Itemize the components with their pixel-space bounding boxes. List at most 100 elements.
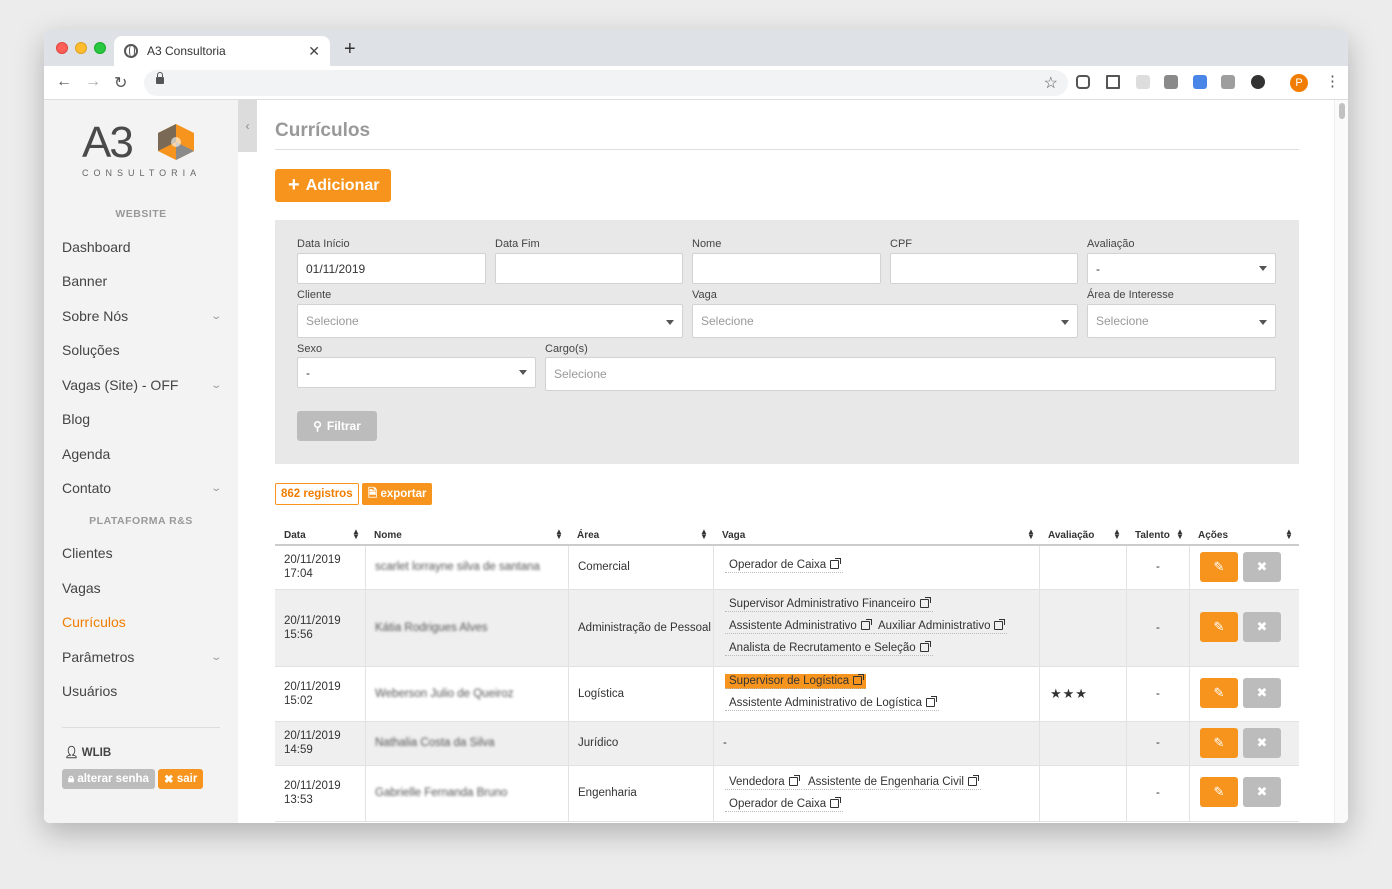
sidebar-item-vagas[interactable]: Vagas xyxy=(62,578,220,598)
screenshot-icon[interactable] xyxy=(1106,75,1120,89)
sort-icon[interactable]: ▲ ▼ xyxy=(1027,528,1035,541)
extension-dark-icon[interactable] xyxy=(1251,75,1265,89)
sort-icon[interactable]: ▲ ▼ xyxy=(700,528,708,541)
table-row[interactable]: 20/11/2019 15:02 Weberson Julio de Queir… xyxy=(275,667,1299,722)
address-bar[interactable]: ☆ xyxy=(144,70,1068,96)
sidebar-item-usuarios[interactable]: Usuários xyxy=(62,681,220,701)
col-nome[interactable]: Nome xyxy=(374,530,402,541)
cargos-input[interactable]: Selecione xyxy=(545,357,1276,391)
row-name[interactable]: Kátia Rodrigues Alves xyxy=(375,622,488,634)
profile-avatar[interactable]: P xyxy=(1290,74,1308,92)
vaga-link[interactable]: Supervisor Administrativo Financeiro xyxy=(725,597,933,612)
sidebar-item-agenda[interactable]: Agenda xyxy=(62,444,220,464)
vaga-link[interactable]: Operador de Caixa xyxy=(725,797,844,812)
pocket-icon[interactable] xyxy=(1076,75,1090,89)
sidebar-item-dashboard[interactable]: Dashboard xyxy=(62,237,220,257)
change-password-button[interactable]: 🔒︎ alterar senha xyxy=(62,769,155,789)
browser-tab[interactable]: A3 Consultoria ✕ xyxy=(114,36,330,66)
area-select[interactable]: Selecione xyxy=(1087,304,1276,338)
vaga-select[interactable]: Selecione xyxy=(692,304,1078,338)
bookmark-star-icon[interactable]: ☆ xyxy=(1044,73,1058,93)
sort-icon[interactable]: ▲ ▼ xyxy=(1285,528,1293,541)
vaga-link-highlighted[interactable]: Supervisor de Logística xyxy=(725,674,867,689)
sort-icon[interactable]: ▲ ▼ xyxy=(555,528,563,541)
devtools-icon[interactable] xyxy=(1164,75,1178,89)
avaliacao-select[interactable]: - xyxy=(1087,253,1276,284)
sidebar-item-contato[interactable]: Contato ⌄ xyxy=(62,478,222,498)
vaga-link[interactable]: Vendedora xyxy=(725,775,802,790)
edit-button[interactable]: ✎ xyxy=(1200,777,1238,807)
extension-icon[interactable] xyxy=(1136,75,1150,89)
sidebar-collapse-toggle[interactable]: ‹ xyxy=(238,100,257,152)
sexo-select[interactable]: - xyxy=(297,357,536,388)
table-row[interactable]: 20/11/2019 15:56 Kátia Rodrigues Alves A… xyxy=(275,590,1299,667)
sidebar-item-banner[interactable]: Banner xyxy=(62,271,220,291)
col-area[interactable]: Área xyxy=(577,530,599,541)
col-talento[interactable]: Talento xyxy=(1135,530,1170,541)
column-separator xyxy=(568,722,569,766)
sidebar-item-clientes[interactable]: Clientes xyxy=(62,543,220,563)
edit-button[interactable]: ✎ xyxy=(1200,728,1238,758)
scrollbar-thumb[interactable] xyxy=(1339,103,1345,119)
vaga-link[interactable]: Auxiliar Administrativo xyxy=(874,619,1008,634)
nome-input[interactable] xyxy=(692,253,881,284)
sidebar-item-curriculos[interactable]: Currículos xyxy=(62,612,220,632)
filter-button[interactable]: ⚲ Filtrar xyxy=(297,411,377,441)
edit-button[interactable]: ✎ xyxy=(1200,552,1238,582)
delete-button[interactable]: ✖ xyxy=(1243,678,1281,708)
col-data[interactable]: Data xyxy=(284,530,306,541)
delete-button[interactable]: ✖ xyxy=(1243,728,1281,758)
sidebar-item-sobre-nos[interactable]: Sobre Nós ⌄ xyxy=(62,306,222,326)
row-name[interactable]: Weberson Julio de Queiroz xyxy=(375,688,514,700)
table-row[interactable]: 20/11/2019 14:59 Nathalia Costa da Silva… xyxy=(275,722,1299,766)
data-fim-input[interactable] xyxy=(495,253,683,284)
row-name[interactable]: Nathalia Costa da Silva xyxy=(375,737,495,749)
vaga-link[interactable]: Assistente Administrativo xyxy=(725,619,874,634)
close-window-button[interactable] xyxy=(56,42,68,54)
tab-close-icon[interactable]: ✕ xyxy=(308,43,320,60)
logout-button[interactable]: ✖ sair xyxy=(158,769,204,789)
row-name[interactable]: scarlet lorrayne silva de santana xyxy=(375,561,540,573)
vaga-link[interactable]: Assistente de Engenharia Civil xyxy=(804,775,981,790)
a3-logo[interactable]: A3 CONSULTORIA xyxy=(82,118,202,180)
minimize-window-button[interactable] xyxy=(75,42,87,54)
maximize-window-button[interactable] xyxy=(94,42,106,54)
edit-button[interactable]: ✎ xyxy=(1200,678,1238,708)
col-avaliacao[interactable]: Avaliação xyxy=(1048,530,1094,541)
cliente-select[interactable]: Selecione xyxy=(297,304,683,338)
new-tab-button[interactable]: + xyxy=(344,38,356,61)
delete-button[interactable]: ✖ xyxy=(1243,777,1281,807)
row-name[interactable]: Gabrielle Fernanda Bruno xyxy=(375,787,507,799)
sidebar-item-solucoes[interactable]: Soluções xyxy=(62,340,220,360)
forward-arrow-icon[interactable]: → xyxy=(85,73,101,91)
data-inicio-input[interactable]: 01/11/2019 xyxy=(297,253,486,284)
table-row[interactable]: 20/11/2019 17:04 scarlet lorrayne silva … xyxy=(275,546,1299,590)
vaga-link[interactable]: Assistente Administrativo de Logística xyxy=(725,696,940,711)
vaga-link[interactable]: Operador de Caixa xyxy=(725,558,844,573)
vaga-link[interactable]: Analista de Recrutamento e Seleção xyxy=(725,641,933,656)
delete-button[interactable]: ✖ xyxy=(1243,552,1281,582)
table-row[interactable]: 20/11/2019 13:53 Gabrielle Fernanda Brun… xyxy=(275,766,1299,822)
sidebar-item-parametros[interactable]: Parâmetros ⌄ xyxy=(62,647,222,667)
export-button[interactable]: 🗎︎ exportar xyxy=(362,483,433,505)
column-separator xyxy=(1126,590,1127,667)
menu-dots-icon[interactable]: ⋮ xyxy=(1325,72,1340,90)
extension-gray-icon[interactable] xyxy=(1221,75,1235,89)
tab-title: A3 Consultoria xyxy=(147,44,226,58)
sort-icon[interactable]: ▲ ▼ xyxy=(1176,528,1184,541)
col-acoes[interactable]: Ações xyxy=(1198,530,1228,541)
page-scrollbar[interactable] xyxy=(1334,100,1348,823)
sort-icon[interactable]: ▲ ▼ xyxy=(352,528,360,541)
sidebar-item-blog[interactable]: Blog xyxy=(62,409,220,429)
delete-button[interactable]: ✖ xyxy=(1243,612,1281,642)
add-button[interactable]: + Adicionar xyxy=(275,169,391,202)
sidebar-item-vagas-site[interactable]: Vagas (Site) - OFF ⌄ xyxy=(62,375,222,395)
back-arrow-icon[interactable]: ← xyxy=(56,73,72,91)
cpf-input[interactable] xyxy=(890,253,1078,284)
sort-icon[interactable]: ▲ ▼ xyxy=(1113,528,1121,541)
reload-icon[interactable]: ↻ xyxy=(114,73,127,93)
edit-button[interactable]: ✎ xyxy=(1200,612,1238,642)
chevron-down-icon: ⌄ xyxy=(209,482,222,494)
col-vaga[interactable]: Vaga xyxy=(722,530,745,541)
extension-blue-icon[interactable] xyxy=(1193,75,1207,89)
